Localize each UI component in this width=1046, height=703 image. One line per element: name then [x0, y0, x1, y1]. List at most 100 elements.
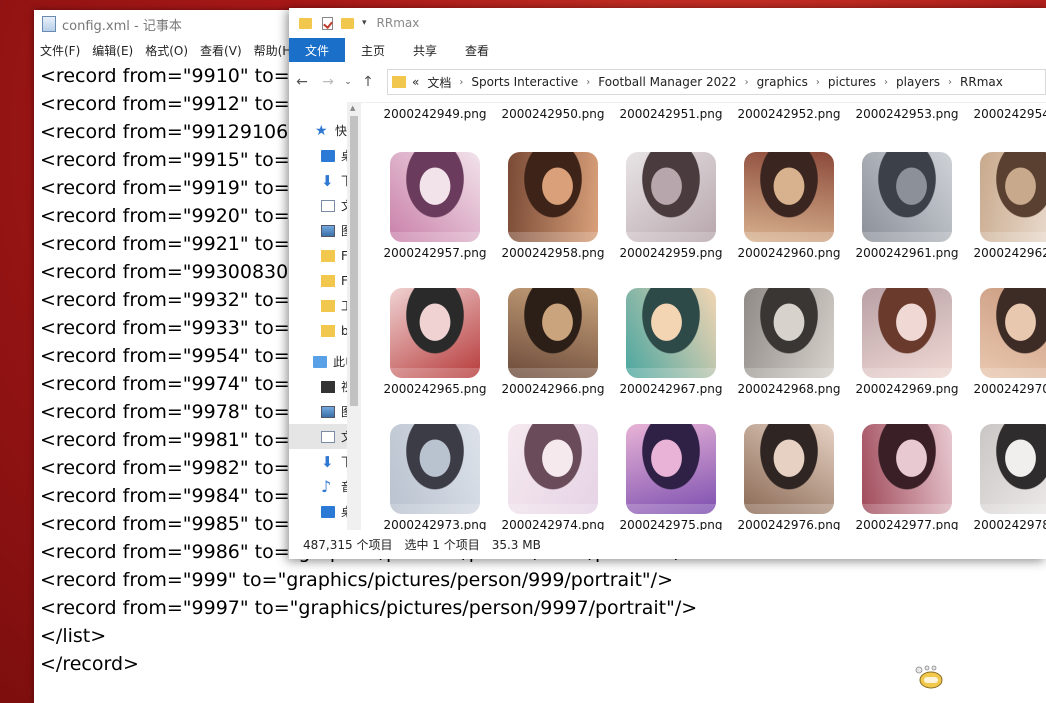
file-item[interactable]: 2000242975.png: [613, 424, 729, 530]
back-arrow-icon[interactable]: ←: [289, 74, 315, 90]
breadcrumb-overflow[interactable]: «: [412, 75, 419, 89]
file-item[interactable]: 2000242961.png: [849, 152, 965, 262]
nav-item[interactable]: 文档: [289, 193, 347, 218]
tab-file[interactable]: 文件: [289, 38, 346, 62]
tab-home[interactable]: 主页: [349, 38, 397, 62]
status-bar: 487,315 个项目 选中 1 个项目 35.3 MB: [289, 530, 1046, 559]
file-item[interactable]: 2000242970.png: [967, 288, 1046, 398]
recent-chevron-icon[interactable]: ⌄: [341, 77, 355, 87]
file-name: 2000242976.png: [737, 518, 841, 530]
nav-item[interactable]: 此电脑: [289, 349, 347, 374]
nav-item[interactable]: ⬇下载: [289, 168, 347, 193]
breadcrumb-item[interactable]: Football Manager 2022: [598, 75, 736, 89]
text-line: </list>: [40, 625, 107, 647]
nav-item[interactable]: F: [289, 268, 347, 293]
scroll-up-icon[interactable]: ▲: [350, 104, 355, 112]
file-item[interactable]: 2000242976.png: [731, 424, 847, 530]
file-item[interactable]: 2000242959.png: [613, 152, 729, 262]
text-line: <record from="999" to="graphics/pictures…: [40, 569, 673, 591]
breadcrumb-separator-icon[interactable]: ›: [884, 77, 888, 88]
file-name: 2000242969.png: [855, 382, 959, 396]
file-item[interactable]: 2000242977.png: [849, 424, 965, 530]
image-thumbnail: [862, 152, 952, 242]
file-item[interactable]: 2000242953.png: [849, 102, 965, 123]
scrollbar-thumb[interactable]: [350, 116, 358, 406]
breadcrumb-separator-icon[interactable]: ›: [459, 77, 463, 88]
file-name: 2000242966.png: [501, 382, 605, 396]
breadcrumb-item[interactable]: pictures: [828, 75, 876, 89]
navigation-pane[interactable]: ★快速访问桌面⬇下载文档图片FF工b此电脑视频图片文档⬇下载♪音乐桌面W: [289, 102, 347, 546]
nav-item[interactable]: 视频: [289, 374, 347, 399]
breadcrumb-separator-icon[interactable]: ›: [745, 77, 749, 88]
chevron-down-icon[interactable]: ▾: [362, 18, 367, 28]
nav-item[interactable]: 图片: [289, 399, 347, 424]
image-thumbnail: [744, 424, 834, 514]
file-name: 2000242954.png: [973, 107, 1046, 121]
file-explorer-window[interactable]: ▾ RRmax 文件 主页 共享 查看 ← → ⌄ ↑ « 文档 › Sports I…: [289, 8, 1046, 559]
nav-item[interactable]: 桌面: [289, 499, 347, 524]
nav-item[interactable]: ★ 快速访问: [289, 118, 347, 143]
file-item[interactable]: 2000242958.png: [495, 152, 611, 262]
file-item[interactable]: 2000242951.png: [613, 102, 729, 123]
breadcrumb-item[interactable]: 文档: [427, 74, 451, 91]
file-item[interactable]: 2000242949.png: [377, 102, 493, 123]
text-line: <record from="9997" to="graphics/picture…: [40, 597, 698, 619]
file-item[interactable]: 2000242965.png: [377, 288, 493, 398]
new-folder-icon[interactable]: [341, 17, 354, 29]
music-icon: ♪: [321, 476, 332, 496]
file-item[interactable]: 2000242973.png: [377, 424, 493, 530]
nav-item[interactable]: ♪音乐: [289, 474, 347, 499]
menu-format[interactable]: 格式(O): [145, 42, 188, 59]
file-item[interactable]: 2000242969.png: [849, 288, 965, 398]
forward-arrow-icon[interactable]: →: [315, 74, 341, 90]
file-item[interactable]: 2000242974.png: [495, 424, 611, 530]
nav-item[interactable]: ⬇下载: [289, 449, 347, 474]
menu-file[interactable]: 文件(F): [40, 42, 80, 59]
nav-item[interactable]: 图片: [289, 218, 347, 243]
up-arrow-icon[interactable]: ↑: [355, 74, 381, 90]
file-item[interactable]: 2000242962.png: [967, 152, 1046, 262]
breadcrumb-item[interactable]: players: [896, 75, 940, 89]
nav-pane-scrollbar[interactable]: ▲: [347, 102, 361, 530]
nav-item[interactable]: 文档: [289, 424, 347, 449]
file-item[interactable]: 2000242967.png: [613, 288, 729, 398]
file-grid: 2000242949.png 2000242950.png 2000242951.p…: [377, 102, 1046, 530]
breadcrumb-item[interactable]: Sports Interactive: [471, 75, 578, 89]
properties-icon[interactable]: [322, 16, 333, 30]
tab-view[interactable]: 查看: [453, 38, 501, 62]
nav-item[interactable]: F: [289, 243, 347, 268]
text-line: </record>: [40, 653, 139, 675]
breadcrumb-separator-icon[interactable]: ›: [948, 77, 952, 88]
nav-item[interactable]: 桌面: [289, 143, 347, 168]
file-item[interactable]: 2000242952.png: [731, 102, 847, 123]
doc-icon: [321, 199, 335, 212]
file-item[interactable]: 2000242954.png: [967, 102, 1046, 123]
explorer-title-bar[interactable]: ▾ RRmax: [289, 8, 1046, 38]
file-name: 2000242970.png: [973, 382, 1046, 396]
file-item[interactable]: 2000242978.png: [967, 424, 1046, 530]
folder-icon: [321, 249, 335, 262]
file-name: 2000242960.png: [737, 246, 841, 260]
file-item[interactable]: 2000242966.png: [495, 288, 611, 398]
ops-assistant-icon[interactable]: [914, 664, 944, 690]
breadcrumb-item[interactable]: graphics: [757, 75, 808, 89]
image-thumbnail: [980, 424, 1046, 514]
file-item[interactable]: 2000242968.png: [731, 288, 847, 398]
menu-view[interactable]: 查看(V): [200, 42, 242, 59]
nav-item-label: 此电脑: [333, 355, 347, 369]
menu-edit[interactable]: 编辑(E): [92, 42, 133, 59]
desk-icon: [321, 149, 335, 162]
nav-item[interactable]: b: [289, 318, 347, 343]
file-item[interactable]: 2000242960.png: [731, 152, 847, 262]
nav-item-label: 快速访问: [335, 124, 347, 138]
file-name: 2000242959.png: [619, 246, 723, 260]
file-name: 2000242953.png: [855, 107, 959, 121]
file-item[interactable]: 2000242950.png: [495, 102, 611, 123]
breadcrumb-separator-icon[interactable]: ›: [586, 77, 590, 88]
tab-share[interactable]: 共享: [401, 38, 449, 62]
file-item[interactable]: 2000242957.png: [377, 152, 493, 262]
address-bar[interactable]: « 文档 › Sports Interactive › Football Manager …: [387, 69, 1046, 95]
nav-item[interactable]: 工: [289, 293, 347, 318]
breadcrumb-separator-icon[interactable]: ›: [816, 77, 820, 88]
breadcrumb-item[interactable]: RRmax: [960, 75, 1003, 89]
